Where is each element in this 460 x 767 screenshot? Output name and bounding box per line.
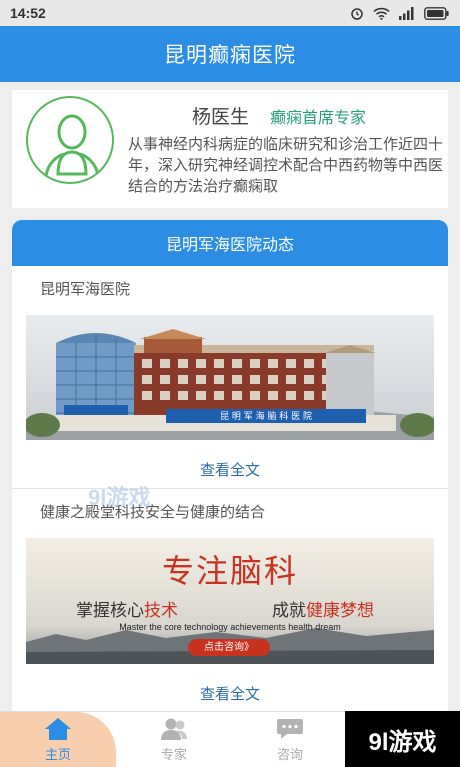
watermark-middle: 9l游戏 bbox=[88, 485, 151, 510]
doctor-description: 从事神经内科病症的临床研究和诊治工作近四十年，深入研究神经调控术配合中西药物等中… bbox=[128, 135, 444, 195]
tab-home-label: 主页 bbox=[44, 748, 71, 763]
tab-consult[interactable]: 咨询 bbox=[232, 712, 348, 767]
chat-icon bbox=[277, 719, 303, 739]
banner-slogan-b: 成就健康梦想 bbox=[272, 596, 374, 621]
news-panel: 昆明军海医院动态 昆明军海医院 昆 明 军 海 脑 科 医 院 查看全文 健康之… bbox=[12, 220, 448, 720]
watermark-text: 9l游戏 bbox=[368, 728, 437, 756]
expert-icon bbox=[161, 718, 187, 740]
page-title: 昆明癫痫医院 bbox=[164, 43, 296, 67]
banner-headline: 专注脑科 bbox=[161, 552, 298, 590]
tab-consult-label: 咨询 bbox=[276, 748, 303, 763]
doctor-card[interactable]: 杨医生 癫痫首席专家 从事神经内科病症的临床研究和诊治工作近四十年，深入研究神经… bbox=[12, 90, 448, 208]
brain-banner-image[interactable]: 专注脑科 掌握核心技术 成就健康梦想 Master the core techn… bbox=[26, 538, 434, 664]
news-header-title: 昆明军海医院动态 bbox=[165, 235, 294, 254]
banner-slogan-a-text: 掌握核心 bbox=[76, 601, 144, 621]
article-divider bbox=[12, 488, 448, 489]
tab-expert-label: 专家 bbox=[160, 748, 187, 763]
home-icon bbox=[45, 718, 71, 740]
tab-home[interactable]: 主页 bbox=[0, 712, 116, 767]
doctor-title: 癫痫首席专家 bbox=[270, 108, 367, 127]
consult-button[interactable]: 点击咨询》 bbox=[188, 639, 270, 656]
app-title-bar: 昆明癫痫医院 bbox=[0, 26, 460, 82]
banner-slogan-a: 掌握核心技术 bbox=[76, 596, 178, 621]
alarm-icon bbox=[351, 8, 363, 20]
status-time: 14:52 bbox=[10, 5, 46, 21]
watermark-logo: 9l游戏 bbox=[345, 711, 460, 767]
doctor-avatar bbox=[26, 96, 114, 184]
wifi-icon bbox=[373, 7, 390, 20]
tab-expert[interactable]: 专家 bbox=[116, 712, 232, 767]
banner-english: Master the core technology achievements … bbox=[119, 622, 341, 632]
read-more-link[interactable]: 查看全文 bbox=[12, 683, 448, 704]
hospital-building-illustration: 昆 明 军 海 脑 科 医 院 bbox=[26, 315, 434, 440]
battery-icon bbox=[424, 6, 449, 20]
news-header: 昆明军海医院动态 bbox=[12, 220, 448, 266]
doctor-name: 杨医生 bbox=[192, 106, 250, 128]
article-title[interactable]: 昆明军海医院 bbox=[40, 278, 130, 299]
article-title[interactable]: 健康之殿堂科技安全与健康的结合 bbox=[40, 501, 265, 522]
status-bar: 14:52 bbox=[0, 0, 460, 26]
banner-slogan-b-text: 成就 bbox=[272, 601, 306, 621]
person-icon bbox=[44, 114, 100, 177]
hospital-building-image[interactable]: 昆 明 军 海 脑 科 医 院 bbox=[26, 315, 434, 440]
banner-slogan-a-highlight: 技术 bbox=[144, 601, 178, 621]
signal-icon bbox=[399, 6, 414, 20]
hospital-sign-text: 昆 明 军 海 脑 科 医 院 bbox=[220, 410, 312, 422]
banner-slogan-b-highlight: 健康梦想 bbox=[306, 601, 374, 621]
read-more-link[interactable]: 查看全文 bbox=[12, 459, 448, 480]
